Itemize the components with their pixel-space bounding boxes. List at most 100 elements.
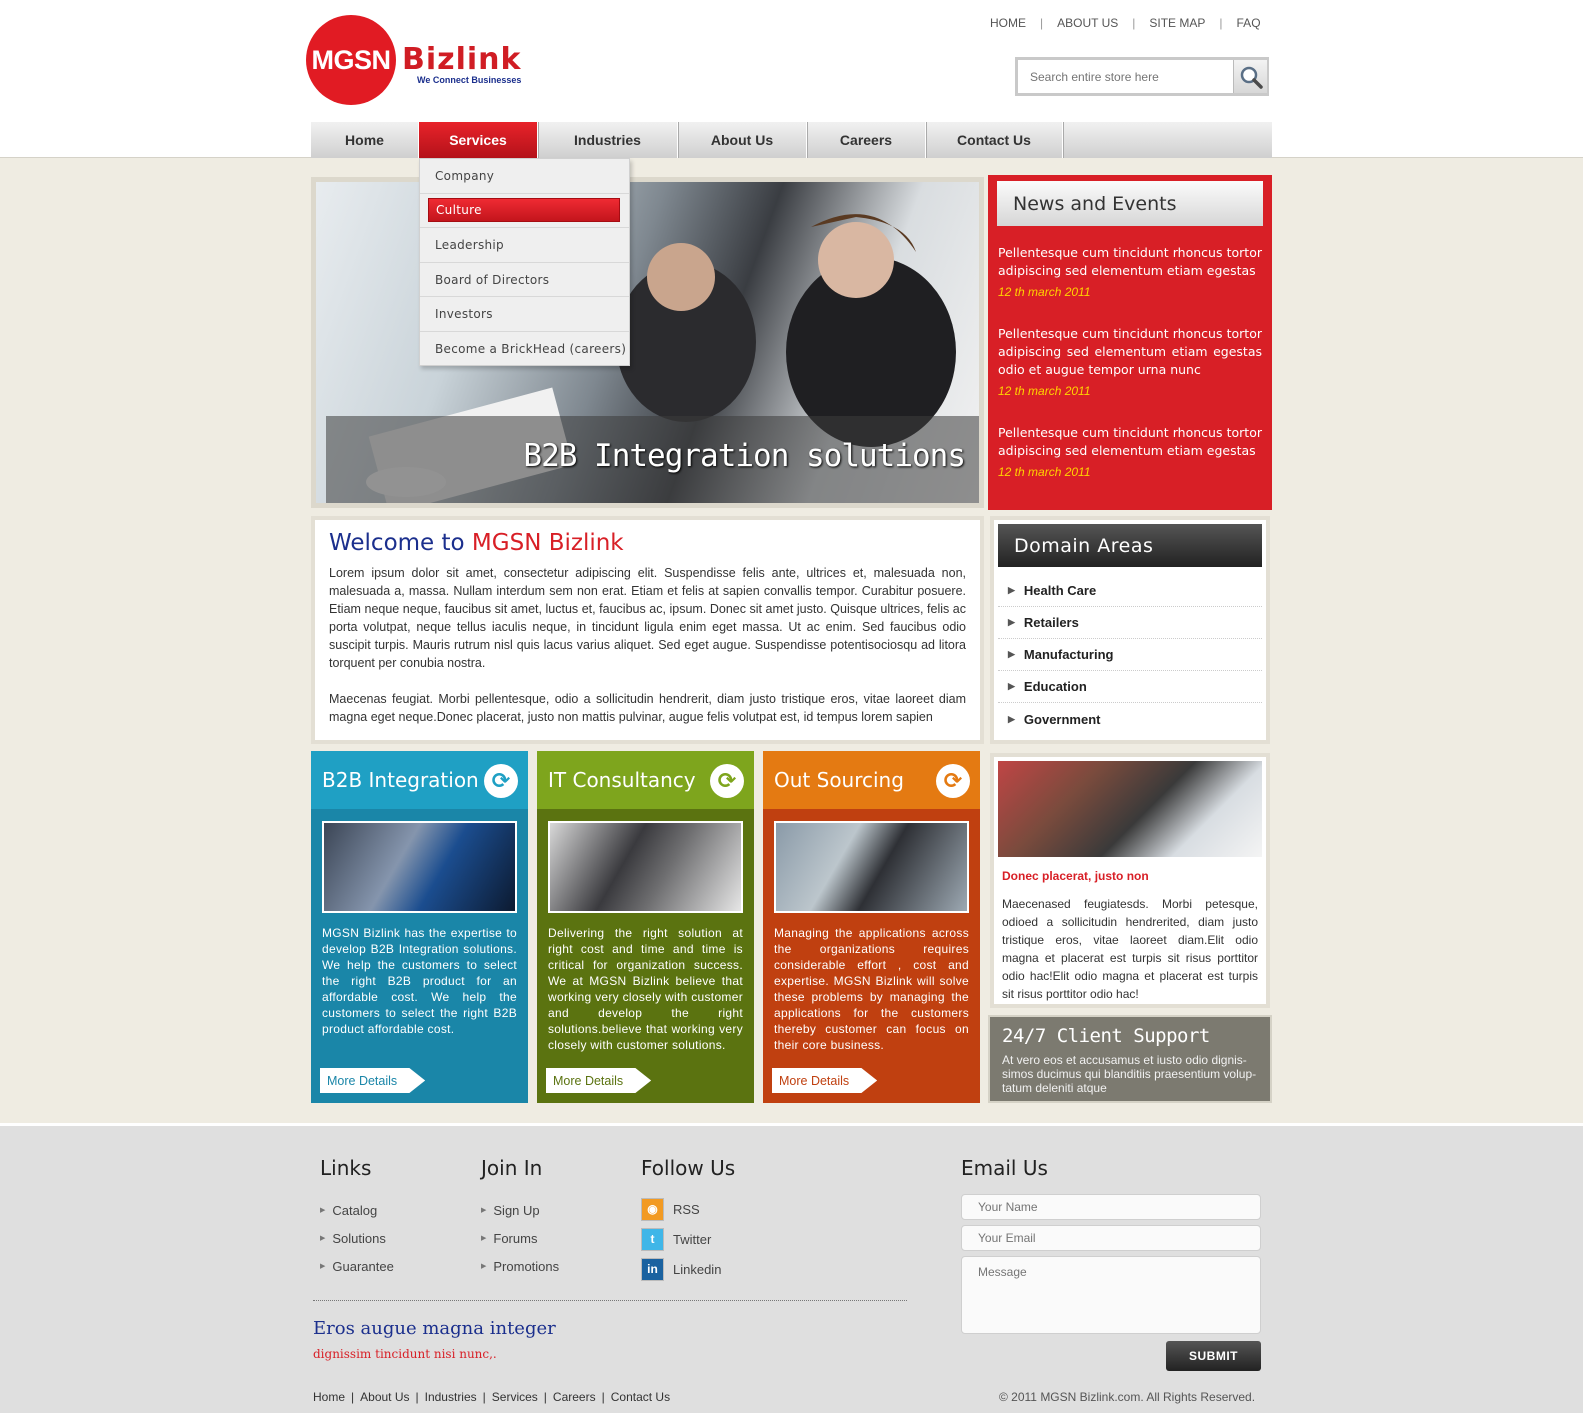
submit-button[interactable]: SUBMIT [1166, 1341, 1261, 1371]
dropdown-item-leadership[interactable]: Leadership [420, 228, 629, 263]
nav-home[interactable]: Home [311, 122, 419, 158]
refresh-icon: ⟳ [936, 764, 970, 798]
arrow-right-icon: ▶ [1008, 585, 1015, 595]
promo-box: Donec placerat, justo non Maecenased feu… [990, 753, 1270, 1008]
dropdown-item-culture[interactable]: Culture [420, 194, 629, 229]
main-nav: Home Services Industries About Us Career… [311, 122, 1272, 158]
top-link-home[interactable]: HOME [990, 16, 1026, 30]
search-input[interactable] [1018, 60, 1231, 93]
dropdown-item-careers[interactable]: Become a BrickHead (careers) [420, 332, 629, 367]
logo-mark[interactable]: MGSN [306, 15, 396, 105]
news-date: 12 th march 2011 [998, 285, 1091, 299]
promo-title[interactable]: Donec placerat, justo non [1002, 869, 1258, 883]
footer-follow-title: Follow Us [641, 1156, 736, 1180]
footer-link-label: Promotions [493, 1258, 560, 1274]
domain-label: Manufacturing [1023, 647, 1114, 662]
footer-link-solutions[interactable]: ▶ Solutions [320, 1224, 394, 1252]
more-details-button[interactable]: More Details [320, 1068, 426, 1093]
hero-image: B2B Integration solutions [316, 182, 979, 503]
bottom-link-about-us[interactable]: About Us [360, 1390, 409, 1404]
support-text: At vero eos et accusamus et iusto odio d… [1002, 1053, 1257, 1095]
footer-join-column: Join In ▶ Sign Up ▶ Forums ▶ Promotions [481, 1156, 559, 1280]
service-text: Delivering the right solution at right c… [548, 926, 743, 1052]
footer-follow-twitter[interactable]: t Twitter [641, 1224, 735, 1254]
domain-label: Education [1023, 679, 1087, 694]
separator: | [351, 1390, 355, 1404]
domain-label: Retailers [1023, 615, 1079, 630]
divider [313, 1300, 907, 1301]
news-text: Pellentesque cum tincidunt rhoncus torto… [998, 326, 1262, 377]
top-link-sitemap[interactable]: SITE MAP [1149, 16, 1205, 30]
message-field[interactable] [961, 1256, 1261, 1334]
bottom-link-home[interactable]: Home [313, 1390, 345, 1404]
nav-careers[interactable]: Careers [807, 122, 926, 158]
top-link-faq[interactable]: FAQ [1237, 16, 1261, 30]
welcome-section: Welcome to MGSN Bizlink Lorem ipsum dolo… [311, 516, 984, 744]
twitter-icon: t [641, 1227, 664, 1251]
service-image [774, 821, 969, 913]
footer-link-forums[interactable]: ▶ Forums [481, 1224, 559, 1252]
footer-link-guarantee[interactable]: ▶ Guarantee [320, 1252, 394, 1280]
magnifier-icon [1240, 66, 1263, 89]
dropdown-item-company[interactable]: Company [420, 159, 629, 194]
more-details-button[interactable]: More Details [772, 1068, 878, 1093]
rss-icon: ◉ [641, 1197, 664, 1221]
domain-item-government[interactable]: ▶ Government [998, 703, 1262, 735]
welcome-title: Welcome to MGSN Bizlink [329, 530, 966, 556]
search-button[interactable] [1233, 60, 1267, 93]
arrow-right-icon: ▶ [1008, 681, 1015, 691]
arrow-right-icon: ▶ [1008, 617, 1015, 627]
footer-link-catalog[interactable]: ▶ Catalog [320, 1196, 394, 1224]
footer-follow-label: RSS [673, 1201, 700, 1217]
domain-label: Government [1023, 711, 1101, 727]
refresh-icon: ⟳ [710, 764, 744, 798]
bottom-link-contact-us[interactable]: Contact Us [611, 1390, 670, 1404]
name-field[interactable] [961, 1194, 1261, 1220]
more-details-button[interactable]: More Details [546, 1068, 652, 1093]
footer-link-sign-up[interactable]: ▶ Sign Up [481, 1196, 559, 1224]
separator: | [415, 1390, 419, 1404]
domain-item-health-care[interactable]: ▶ Health Care [998, 575, 1262, 607]
news-date: 12 th march 2011 [998, 465, 1091, 479]
domain-item-education[interactable]: ▶ Education [998, 671, 1262, 703]
domain-item-retailers[interactable]: ▶ Retailers [998, 607, 1262, 639]
news-text: Pellentesque cum tincidunt rhoncus torto… [998, 425, 1262, 458]
footer-links-title: Links [320, 1156, 372, 1180]
service-header: Out Sourcing ⟳ [763, 751, 980, 809]
dropdown-item-label: Culture [428, 198, 620, 223]
arrow-right-icon: ▶ [320, 1207, 326, 1214]
footer-link-promotions[interactable]: ▶ Promotions [481, 1252, 559, 1280]
separator: | [601, 1390, 605, 1404]
welcome-paragraph: Maecenas feugiat. Morbi pellentesque, od… [329, 692, 966, 724]
footer-link-label: Guarantee [332, 1258, 394, 1274]
footer-follow-linkedin[interactable]: in Linkedin [641, 1254, 735, 1284]
services-dropdown: Company Culture Leadership Board of Dire… [419, 158, 630, 366]
footer-link-label: Sign Up [493, 1202, 540, 1218]
news-item[interactable]: Pellentesque cum tincidunt rhoncus torto… [998, 244, 1262, 299]
nav-services[interactable]: Services [419, 122, 538, 158]
news-item[interactable]: Pellentesque cum tincidunt rhoncus torto… [998, 325, 1262, 398]
nav-industries[interactable]: Industries [538, 122, 678, 158]
top-link-about[interactable]: ABOUT US [1057, 16, 1118, 30]
service-out-sourcing: Out Sourcing ⟳ Managing the applications… [763, 751, 980, 1103]
service-image [322, 821, 517, 913]
footer-follow-rss[interactable]: ◉ RSS [641, 1194, 735, 1224]
logo-word[interactable]: Bizlink [402, 42, 522, 77]
bottom-link-careers[interactable]: Careers [553, 1390, 596, 1404]
nav-about-us[interactable]: About Us [678, 122, 807, 158]
promo-image [998, 761, 1262, 857]
bottom-link-services[interactable]: Services [492, 1390, 538, 1404]
footer-follow-label: Linkedin [673, 1261, 722, 1277]
logo-tagline: We Connect Businesses [417, 75, 522, 85]
dropdown-item-investors[interactable]: Investors [420, 297, 629, 332]
news-item[interactable]: Pellentesque cum tincidunt rhoncus torto… [998, 424, 1262, 479]
domain-item-manufacturing[interactable]: ▶ Manufacturing [998, 639, 1262, 671]
email-field[interactable] [961, 1225, 1261, 1251]
service-it-consultancy: IT Consultancy ⟳ Delivering the right so… [537, 751, 754, 1103]
nav-contact-us[interactable]: Contact Us [926, 122, 1063, 158]
footer-bottom-nav: Home | About Us | Industries | Services | Ca… [313, 1390, 670, 1404]
dropdown-item-board[interactable]: Board of Directors [420, 263, 629, 298]
footer-subtagline: dignissim tincidunt nisi nunc,. [313, 1347, 497, 1361]
bottom-link-industries[interactable]: Industries [425, 1390, 477, 1404]
welcome-paragraph: Lorem ipsum dolor sit amet, consectetur … [329, 566, 966, 670]
